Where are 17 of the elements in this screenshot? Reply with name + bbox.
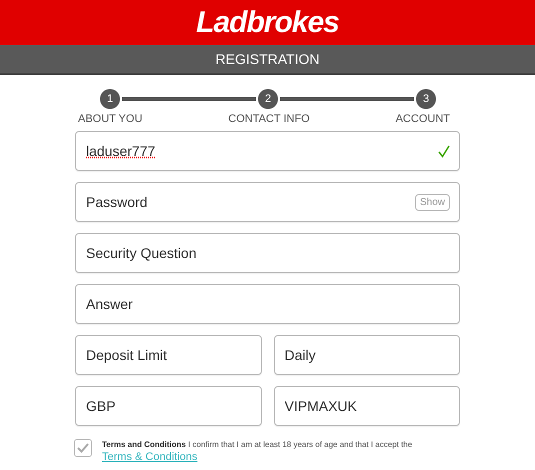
input-field[interactable]: Daily	[274, 335, 460, 375]
input-field[interactable]: Deposit Limit	[75, 335, 262, 375]
step-label: ACCOUNT	[396, 113, 450, 125]
input-field[interactable]: GBP	[75, 386, 262, 426]
step-number: 2	[258, 89, 278, 109]
input-field[interactable]: VIPMAXUK	[274, 386, 460, 426]
input-field[interactable]: Answer	[75, 284, 460, 324]
step-label: CONTACT INFO	[228, 113, 310, 125]
logo: Ladbrokes	[196, 6, 339, 40]
input-field[interactable]: laduser777	[75, 131, 460, 171]
terms-checkbox[interactable]	[74, 439, 92, 457]
input-field[interactable]: Security Question	[75, 233, 460, 273]
step-number: 1	[100, 89, 120, 109]
terms-text: Terms and Conditions I confirm that I am at least 18 years of age and that I accept the Terms & Conditions	[102, 439, 412, 464]
step-number: 3	[416, 89, 436, 109]
step-label: ABOUT YOU	[78, 113, 142, 125]
page-title: REGISTRATION	[216, 51, 320, 67]
